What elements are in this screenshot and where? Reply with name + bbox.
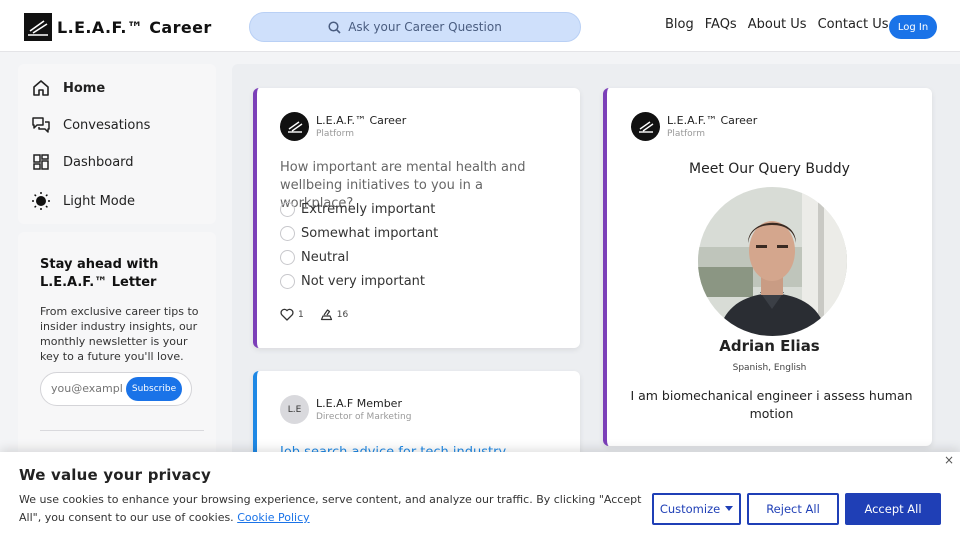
career-question-search[interactable]: Ask your Career Question [249, 12, 581, 42]
sidebar-item-label: Light Mode [63, 193, 135, 209]
login-button[interactable]: Log In [889, 15, 937, 39]
newsletter-title: Stay ahead with L.E.A.F.™ Letter [40, 257, 159, 290]
top-header: L.E.A.F.™ Career Ask your Career Questio… [0, 0, 960, 52]
brand-logo[interactable]: L.E.A.F.™ Career [24, 13, 212, 41]
poll-stats: 1 16 [280, 308, 348, 321]
chat-icon [32, 117, 50, 133]
buddy-photo[interactable] [698, 187, 847, 336]
accept-all-button[interactable]: Accept All [845, 493, 941, 525]
poll-card: L.E.A.F.™ Career Platform How important … [253, 88, 580, 348]
sidebar-item-label: Convesations [63, 117, 151, 133]
radio-button[interactable] [280, 250, 295, 265]
cookie-text: We use cookies to enhance your browsing … [19, 491, 647, 527]
member-author: L.E L.E.A.F Member Director of Marketing [280, 395, 411, 424]
sidebar-item-dashboard[interactable]: Dashboard [31, 152, 134, 172]
home-icon [33, 80, 49, 96]
brand-name: L.E.A.F.™ Career [57, 17, 212, 37]
buddy-languages: Spanish, English [732, 363, 807, 373]
buddy-bio: I am biomechanical engineer i assess hum… [630, 388, 913, 421]
radio-button[interactable] [280, 226, 295, 241]
sidebar-item-label: Home [63, 80, 106, 96]
nav-blog[interactable]: Blog [665, 17, 694, 32]
search-placeholder: Ask your Career Question [348, 20, 502, 34]
radio-button[interactable] [280, 202, 295, 217]
leaf-logo-icon [287, 120, 302, 133]
newsletter-text: From exclusive career tips to insider in… [40, 305, 199, 363]
nav-contact-us[interactable]: Contact Us [818, 17, 889, 32]
poll-option-label: Not very important [301, 274, 425, 289]
newsletter-form: Subscribe [40, 372, 192, 406]
reject-all-button[interactable]: Reject All [747, 493, 839, 525]
customize-label: Customize [659, 502, 721, 516]
sidebar-item-home[interactable]: Home [31, 78, 105, 98]
nav-faqs[interactable]: FAQs [705, 17, 737, 32]
author-name: L.E.A.F.™ Career [667, 114, 758, 127]
sidebar-item-label: Dashboard [63, 154, 134, 170]
member-avatar: L.E [280, 395, 309, 424]
vote-icon [320, 309, 332, 321]
profile-photo [698, 187, 847, 336]
sidebar-item-conversations[interactable]: Convesations [31, 115, 150, 135]
poll-option-label: Extremely important [301, 202, 436, 217]
cookie-title: We value your privacy [19, 466, 211, 484]
search-icon [328, 20, 341, 34]
author-name: L.E.A.F Member [316, 397, 402, 410]
leaf-logo-icon [638, 120, 653, 133]
top-nav: Blog FAQs About Us Contact Us [665, 17, 889, 32]
buddy-author: L.E.A.F.™ Career Platform [631, 112, 757, 141]
author-avatar [280, 112, 309, 141]
poll-option-label: Somewhat important [301, 226, 439, 241]
cookie-banner: We value your privacy We use cookies to … [0, 452, 960, 540]
vote-count: 16 [336, 309, 349, 320]
dashboard-icon [33, 154, 49, 170]
leaf-logo-icon [24, 13, 52, 41]
poll-option[interactable]: Somewhat important [280, 226, 438, 241]
newsletter-panel: Stay ahead with L.E.A.F.™ Letter From ex… [18, 232, 216, 462]
author-role: Platform [667, 129, 705, 139]
sidebar-item-light-mode[interactable]: Light Mode [31, 191, 135, 211]
customize-button[interactable]: Customize [652, 493, 741, 525]
poll-option[interactable]: Not very important [280, 274, 425, 289]
buddy-name: Adrian Elias [719, 337, 820, 355]
like-count: 1 [298, 309, 304, 320]
radio-button[interactable] [280, 274, 295, 289]
poll-option[interactable]: Extremely important [280, 202, 435, 217]
author-avatar [631, 112, 660, 141]
poll-option-label: Neutral [301, 250, 349, 265]
nav-about-us[interactable]: About Us [748, 17, 807, 32]
author-role: Platform [316, 129, 354, 139]
caret-down-icon [725, 506, 734, 511]
heart-icon[interactable] [280, 308, 294, 321]
buddy-title: Meet Our Query Buddy [689, 161, 850, 177]
sidebar-menu: Home Convesations Dashboard Light Mode [18, 64, 216, 224]
sun-icon [32, 192, 50, 210]
author-name: L.E.A.F.™ Career [316, 114, 407, 127]
poll-option[interactable]: Neutral [280, 250, 349, 265]
author-role: Director of Marketing [316, 412, 412, 422]
divider [40, 430, 204, 431]
query-buddy-card: L.E.A.F.™ Career Platform Meet Our Query… [603, 88, 932, 446]
poll-author: L.E.A.F.™ Career Platform [280, 112, 406, 141]
cookie-message: We use cookies to enhance your browsing … [19, 493, 642, 524]
close-icon[interactable]: × [944, 453, 954, 467]
cookie-policy-link[interactable]: Cookie Policy [237, 511, 309, 524]
subscribe-button[interactable]: Subscribe [126, 377, 182, 401]
newsletter-email-input[interactable] [51, 382, 123, 395]
